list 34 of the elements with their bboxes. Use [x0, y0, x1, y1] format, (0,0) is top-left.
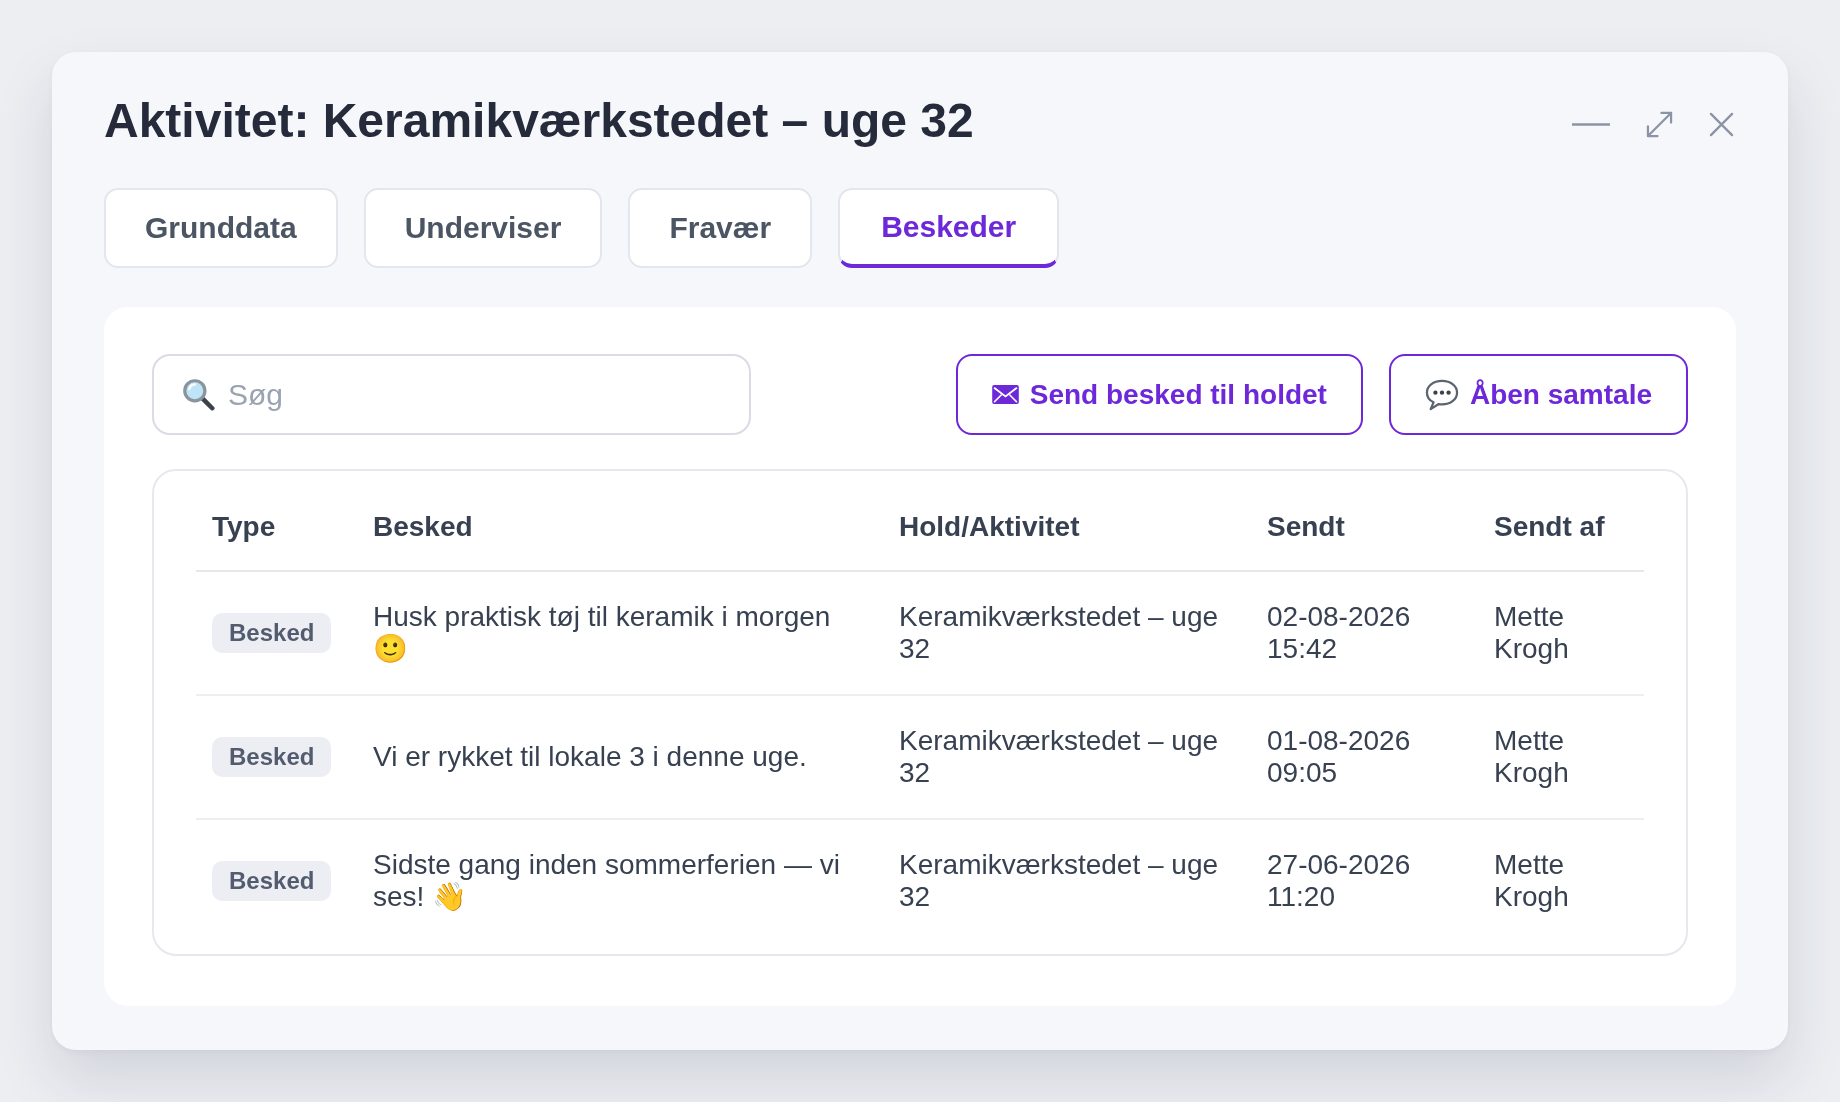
table-cell-text: Mette Krogh: [1493, 725, 1570, 789]
tab[interactable]: Beskeder: [838, 188, 1060, 268]
action-button[interactable]: Åben samtale: [1388, 354, 1688, 435]
column-header: Type: [211, 511, 277, 543]
message-text: Sidste gang inden sommerferien — vi ses! 👋: [372, 849, 841, 913]
minimize-icon[interactable]: [1572, 122, 1610, 126]
table-cell-text: Mette Krogh: [1493, 601, 1570, 665]
message-type-badge: Besked: [212, 613, 332, 653]
table-cell-text: Keramikværkstedet – uge 32: [898, 725, 1220, 789]
table-cell-text: 01-08-2026 09:05: [1266, 725, 1412, 789]
expand-icon[interactable]: [1646, 110, 1673, 138]
window-title: Aktivitet: Keramikværkstedet – uge 32: [104, 93, 974, 149]
search-field[interactable]: Søg: [152, 354, 751, 435]
tab[interactable]: Grunddata: [104, 188, 338, 268]
column-header: Hold/Aktivitet: [898, 511, 1081, 543]
tab[interactable]: Fravær: [628, 188, 813, 268]
table-cell-text: 27-06-2026 11:20: [1266, 849, 1412, 913]
column-header: Sendt: [1266, 511, 1346, 543]
close-icon[interactable]: [1709, 111, 1734, 137]
column-header: Sendt af: [1493, 511, 1606, 543]
speech-bubble-icon: [1424, 378, 1459, 411]
action-button[interactable]: Send besked til holdet: [955, 354, 1363, 435]
table-cell-text: Mette Krogh: [1493, 849, 1570, 913]
tab[interactable]: Underviser: [363, 188, 603, 268]
column-header: Besked: [372, 511, 474, 543]
search-icon: [182, 378, 215, 411]
table-cell-text: Keramikværkstedet – uge 32: [898, 849, 1220, 913]
envelope-icon: [991, 385, 1019, 404]
message-type-badge: Besked: [212, 861, 332, 901]
table-cell-text: Keramikværkstedet – uge 32: [898, 601, 1220, 665]
table-cell-text: 02-08-2026 15:42: [1266, 601, 1412, 665]
message-text: Vi er rykket til lokale 3 i denne uge.: [372, 741, 808, 773]
message-text: Husk praktisk tøj til keramik i morgen 🙂: [372, 601, 832, 665]
message-type-badge: Besked: [212, 737, 332, 777]
